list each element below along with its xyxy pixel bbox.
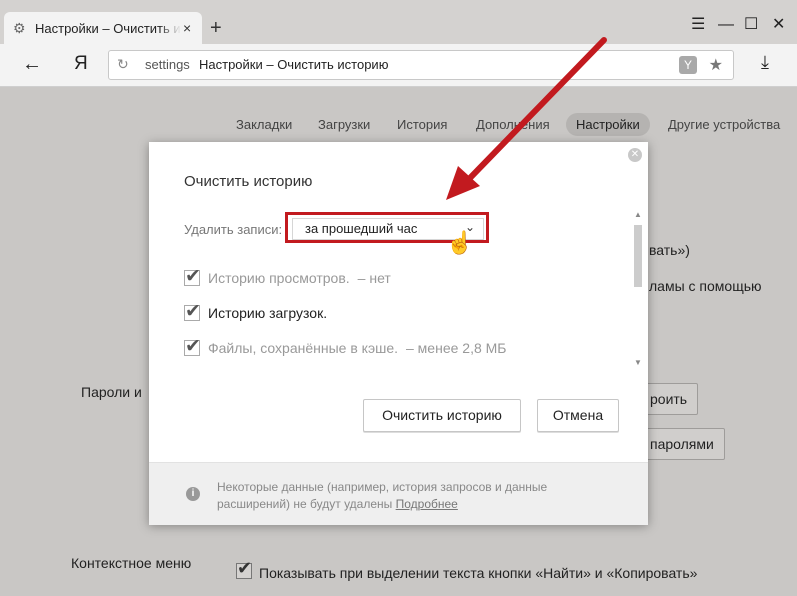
checkbox-cache-files[interactable]: ✔ [184,336,201,357]
scroll-thumb[interactable] [634,225,642,287]
cancel-button[interactable]: Отмена [537,399,619,432]
download-icon[interactable]: ⤓ [761,52,769,73]
tab-close-icon[interactable]: × [183,20,191,36]
dialog-close-icon[interactable]: ✕ [628,148,642,162]
checkbox-browsing-history[interactable]: ✔ [184,266,201,287]
nav-downloads[interactable]: Загрузки [318,117,370,132]
clear-history-dialog: ✕ Очистить историю Удалить записи: за пр… [149,142,648,525]
option-label: Файлы, сохранённые в кэше. [208,340,398,356]
context-menu-checkbox[interactable]: ✔ [236,558,252,579]
context-menu-option: Показывать при выделении текста кнопки «… [259,565,698,581]
maximize-button[interactable]: ☐ [744,16,758,34]
option-label: Историю просмотров. [208,270,350,286]
bg-text-partial: ламы с помощью [649,278,762,294]
footer-note: Некоторые данные (например, история запр… [217,479,617,513]
close-window-button[interactable]: ✕ [772,16,785,34]
gear-icon: ⚙ [13,20,26,36]
nav-settings[interactable]: Настройки [566,113,650,136]
nav-history[interactable]: История [397,117,447,132]
option-detail: – менее 2,8 МБ [406,340,507,356]
bookmark-star-icon[interactable]: ★ [709,55,723,75]
clear-history-button[interactable]: Очистить историю [363,399,521,432]
bg-passwords-button[interactable]: паролями [640,428,725,460]
tab-strip: ⚙ Настройки – Очистить и × + ☰ — ☐ ✕ [0,0,797,44]
hand-cursor-icon: ☝ [446,230,474,255]
option-cache-files[interactable]: ✔ Файлы, сохранённые в кэше. – менее 2,8… [184,336,507,357]
bg-text-partial: вать») [649,242,690,258]
tab-settings[interactable]: ⚙ Настройки – Очистить и × [4,12,202,44]
tab-title: Настройки – Очистить и [35,20,181,36]
option-label: Историю загрузок. [208,305,328,321]
bg-settings-button[interactable]: роить [640,383,699,415]
menu-icon[interactable]: ☰ [691,16,705,34]
footer-text: Некоторые данные (например, история запр… [217,480,548,511]
dialog-footer: i Некоторые данные (например, история за… [149,462,648,525]
back-icon[interactable]: ← [22,54,42,74]
dialog-scrollbar[interactable]: ▲ ▼ [633,210,643,370]
new-tab-button[interactable]: + [210,18,222,38]
nav-extensions[interactable]: Дополнения [476,117,550,132]
yandex-logo[interactable]: Я [74,53,88,75]
nav-other-devices[interactable]: Другие устройства [668,117,780,132]
nav-bookmarks[interactable]: Закладки [236,117,292,132]
context-menu-label: Контекстное меню [71,555,192,571]
option-download-history[interactable]: ✔ Историю загрузок. [184,301,328,322]
browser-window: ⚙ Настройки – Очистить и × + ☰ — ☐ ✕ ← Я… [0,0,797,596]
address-bar[interactable]: ↻ settings Настройки – Очистить историю … [108,50,734,80]
reload-icon[interactable]: ↻ [117,56,129,73]
more-link[interactable]: Подробнее [396,497,458,511]
toolbar: ← Я ↻ settings Настройки – Очистить исто… [0,44,797,87]
url-host: settings [145,57,190,72]
option-browsing-history[interactable]: ✔ Историю просмотров. – нет [184,266,391,287]
period-select-value: за прошедший час [305,221,418,236]
url-title: Настройки – Очистить историю [199,57,389,72]
passwords-label: Пароли и [81,384,142,400]
scroll-down-icon[interactable]: ▼ [634,358,642,367]
option-detail: – нет [357,270,391,286]
dialog-title: Очистить историю [184,173,313,190]
protect-shield-icon[interactable]: Y [679,56,697,74]
minimize-button[interactable]: — [718,16,734,34]
checkbox-download-history[interactable]: ✔ [184,301,201,322]
scroll-up-icon[interactable]: ▲ [634,210,642,219]
info-icon: i [186,487,200,501]
delete-period-label: Удалить записи: [184,222,283,237]
